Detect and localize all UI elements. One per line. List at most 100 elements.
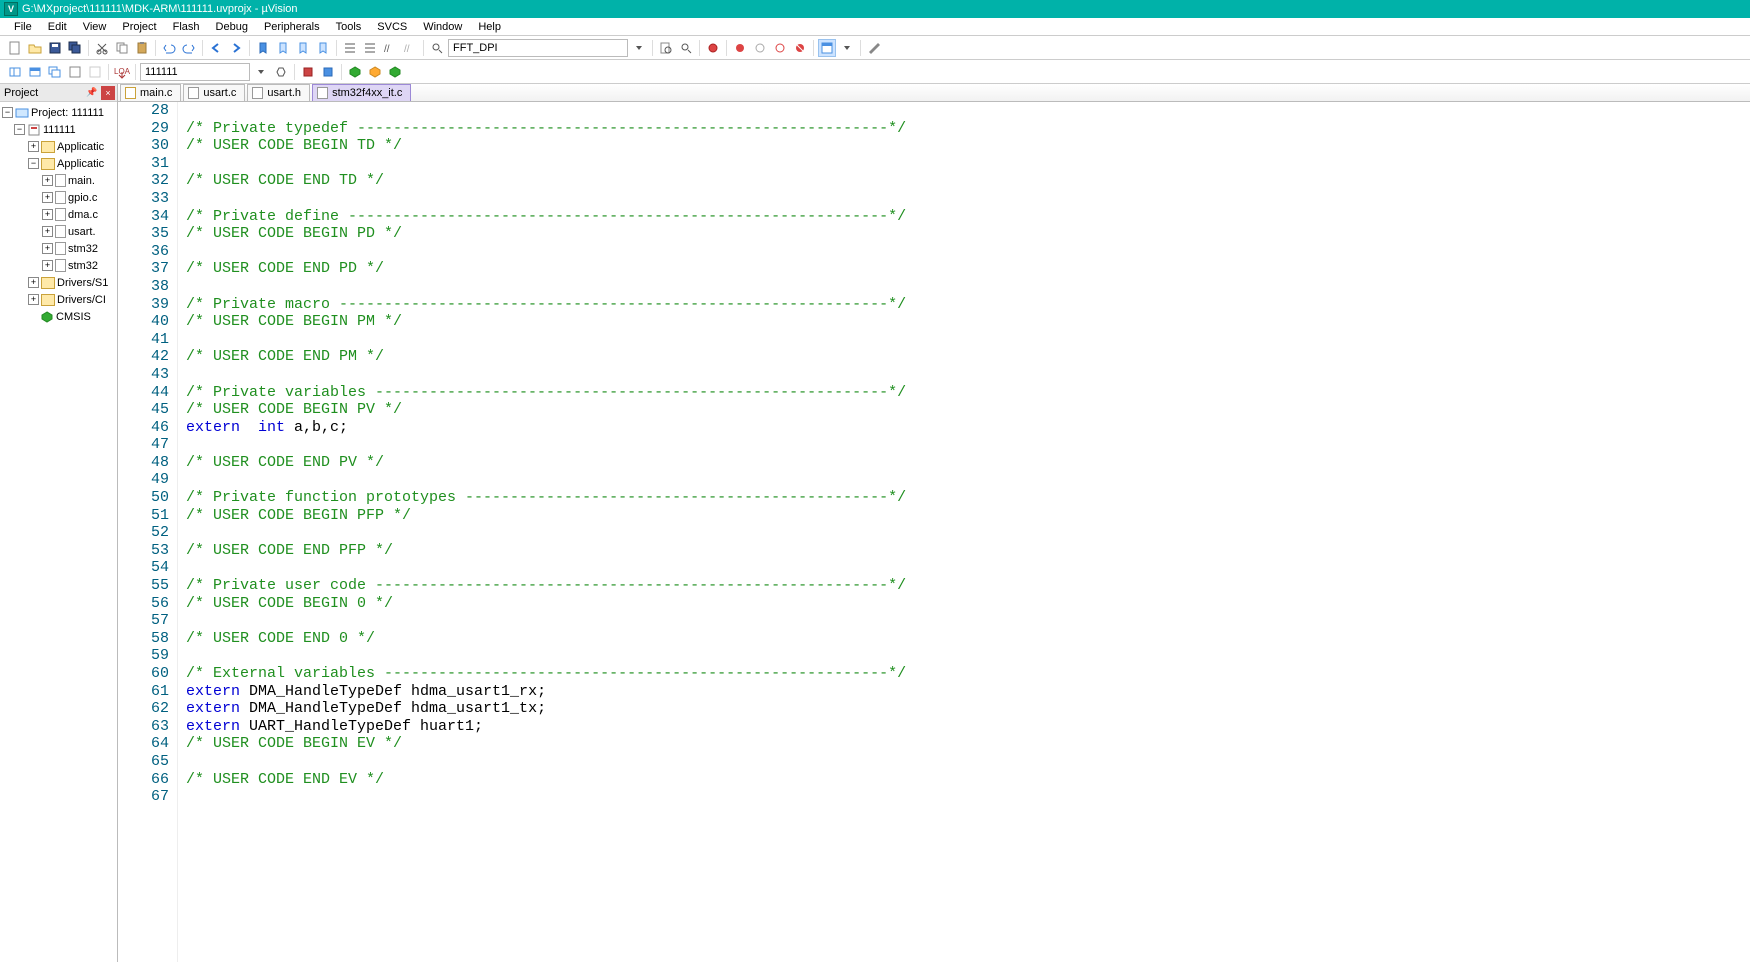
window-layout-button[interactable] xyxy=(818,39,836,57)
tree-expand-icon[interactable]: + xyxy=(42,260,53,271)
code-line[interactable]: /* Private typedef ---------------------… xyxy=(186,120,1750,138)
bookmark-next-button[interactable] xyxy=(294,39,312,57)
batch-build-button[interactable] xyxy=(66,63,84,81)
code-line[interactable]: extern DMA_HandleTypeDef hdma_usart1_tx; xyxy=(186,700,1750,718)
code-line[interactable]: /* USER CODE END EV */ xyxy=(186,771,1750,789)
panel-close-button[interactable]: × xyxy=(101,86,115,100)
target-dropdown-button[interactable] xyxy=(252,63,270,81)
menu-debug[interactable]: Debug xyxy=(208,19,256,35)
code-line[interactable]: /* Private variables -------------------… xyxy=(186,384,1750,402)
window-layout-dropdown[interactable] xyxy=(838,39,856,57)
code-content[interactable]: /* Private typedef ---------------------… xyxy=(178,102,1750,962)
tree-expand-icon[interactable]: + xyxy=(42,175,53,186)
code-line[interactable]: /* External variables ------------------… xyxy=(186,665,1750,683)
code-line[interactable] xyxy=(186,471,1750,489)
tree-expand-icon[interactable]: + xyxy=(28,294,39,305)
menu-peripherals[interactable]: Peripherals xyxy=(256,19,328,35)
code-line[interactable] xyxy=(186,436,1750,454)
code-line[interactable]: /* Private macro -----------------------… xyxy=(186,296,1750,314)
find-combo[interactable]: FFT_DPI xyxy=(448,39,628,57)
download-button[interactable]: LOAD xyxy=(113,63,131,81)
tree-group[interactable]: + Drivers/CI xyxy=(0,291,117,308)
save-button[interactable] xyxy=(46,39,64,57)
stop-build-button[interactable] xyxy=(86,63,104,81)
code-line[interactable]: /* USER CODE BEGIN TD */ xyxy=(186,137,1750,155)
tree-collapse-icon[interactable]: − xyxy=(28,158,39,169)
tree-file[interactable]: +stm32 xyxy=(0,240,117,257)
outdent-button[interactable] xyxy=(361,39,379,57)
code-line[interactable]: extern DMA_HandleTypeDef hdma_usart1_rx; xyxy=(186,683,1750,701)
menu-view[interactable]: View xyxy=(75,19,115,35)
editor-tab[interactable]: stm32f4xx_it.c xyxy=(312,84,411,101)
project-tree[interactable]: − Project: 111111 − 111111 + Applicatic … xyxy=(0,102,117,962)
target-options-button[interactable] xyxy=(272,63,290,81)
comment-button[interactable]: // xyxy=(381,39,399,57)
tree-file[interactable]: +main. xyxy=(0,172,117,189)
find-dropdown-button[interactable] xyxy=(630,39,648,57)
configure-button[interactable] xyxy=(865,39,883,57)
breakpoint-kill-button[interactable] xyxy=(791,39,809,57)
copy-button[interactable] xyxy=(113,39,131,57)
menu-help[interactable]: Help xyxy=(470,19,509,35)
code-line[interactable] xyxy=(186,647,1750,665)
panel-pin-icon[interactable]: 📌 xyxy=(85,86,99,100)
tree-expand-icon[interactable]: + xyxy=(42,226,53,237)
editor-tab[interactable]: usart.h xyxy=(247,84,310,101)
code-line[interactable] xyxy=(186,612,1750,630)
incremental-find-button[interactable] xyxy=(677,39,695,57)
code-line[interactable] xyxy=(186,243,1750,261)
code-line[interactable] xyxy=(186,753,1750,771)
pack-installer-button[interactable] xyxy=(346,63,364,81)
tree-expand-icon[interactable]: + xyxy=(28,141,39,152)
code-line[interactable]: /* USER CODE END PM */ xyxy=(186,348,1750,366)
new-file-button[interactable] xyxy=(6,39,24,57)
tree-expand-icon[interactable]: + xyxy=(42,209,53,220)
code-line[interactable]: /* USER CODE BEGIN PD */ xyxy=(186,225,1750,243)
breakpoint-insert-button[interactable] xyxy=(731,39,749,57)
bookmark-clear-button[interactable] xyxy=(314,39,332,57)
debug-button[interactable] xyxy=(704,39,722,57)
tree-file[interactable]: +usart. xyxy=(0,223,117,240)
code-line[interactable] xyxy=(186,366,1750,384)
code-editor[interactable]: 2829303132333435363738394041424344454647… xyxy=(118,102,1750,962)
code-line[interactable]: /* USER CODE END PFP */ xyxy=(186,542,1750,560)
code-line[interactable]: /* Private function prototypes ---------… xyxy=(186,489,1750,507)
target-select[interactable]: 111111 xyxy=(140,63,250,81)
code-line[interactable]: /* USER CODE END 0 */ xyxy=(186,630,1750,648)
select-packs-button[interactable] xyxy=(319,63,337,81)
code-line[interactable] xyxy=(186,331,1750,349)
menu-file[interactable]: File xyxy=(6,19,40,35)
tree-root[interactable]: − Project: 111111 xyxy=(0,104,117,121)
code-line[interactable]: /* Private user code -------------------… xyxy=(186,577,1750,595)
tree-expand-icon[interactable]: + xyxy=(42,192,53,203)
tree-file[interactable]: +stm32 xyxy=(0,257,117,274)
cut-button[interactable] xyxy=(93,39,111,57)
code-line[interactable] xyxy=(186,788,1750,806)
code-line[interactable]: extern int a,b,c; xyxy=(186,419,1750,437)
code-line[interactable]: /* USER CODE END PD */ xyxy=(186,260,1750,278)
indent-button[interactable] xyxy=(341,39,359,57)
code-line[interactable]: /* USER CODE BEGIN PV */ xyxy=(186,401,1750,419)
manage-project-button[interactable] xyxy=(299,63,317,81)
rebuild-button[interactable] xyxy=(46,63,64,81)
menu-tools[interactable]: Tools xyxy=(328,19,370,35)
tree-group[interactable]: − Applicatic xyxy=(0,155,117,172)
nav-back-button[interactable] xyxy=(207,39,225,57)
tree-collapse-icon[interactable]: − xyxy=(2,107,13,118)
manage-rte-button[interactable] xyxy=(366,63,384,81)
code-line[interactable]: extern UART_HandleTypeDef huart1; xyxy=(186,718,1750,736)
code-line[interactable] xyxy=(186,102,1750,120)
menu-window[interactable]: Window xyxy=(415,19,470,35)
code-line[interactable] xyxy=(186,190,1750,208)
nav-forward-button[interactable] xyxy=(227,39,245,57)
build-button[interactable] xyxy=(26,63,44,81)
code-line[interactable] xyxy=(186,524,1750,542)
find-button[interactable] xyxy=(428,39,446,57)
code-line[interactable]: /* Private define ----------------------… xyxy=(186,208,1750,226)
books-button[interactable] xyxy=(386,63,404,81)
uncomment-button[interactable]: // xyxy=(401,39,419,57)
code-line[interactable] xyxy=(186,278,1750,296)
code-line[interactable] xyxy=(186,155,1750,173)
menu-edit[interactable]: Edit xyxy=(40,19,75,35)
tree-group[interactable]: + Applicatic xyxy=(0,138,117,155)
